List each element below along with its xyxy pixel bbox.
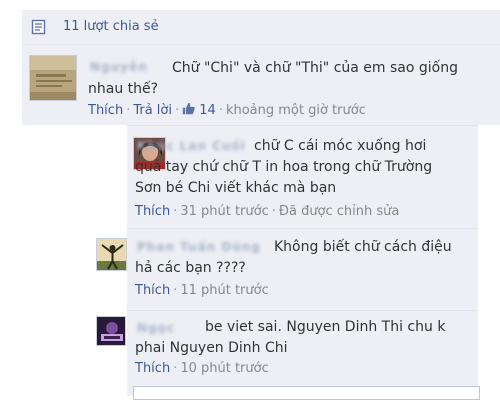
like-link[interactable]: Thích bbox=[135, 283, 170, 298]
reply-author[interactable]: Ngọc bbox=[137, 321, 175, 335]
reply-time[interactable]: 31 phút trước bbox=[180, 204, 268, 219]
avatar[interactable] bbox=[96, 316, 126, 346]
reply-comment: Phan Tuấn Dũng Không biết chữ cách điệu … bbox=[96, 228, 478, 311]
reply-text-line1: be viet sai. Nguyen Dinh Thi chu k bbox=[205, 319, 446, 335]
reply-text-line3: Sơn bé Chi viết khác mà bạn bbox=[135, 180, 337, 196]
reply-time[interactable]: 10 phút trước bbox=[180, 361, 268, 376]
reply-actions: Thích · 31 phút trước · Đã được chỉnh sửa bbox=[135, 204, 400, 219]
comment-actions: Thích · Trả lời · 14 · khoảng một giờ trước bbox=[88, 102, 366, 118]
comment-time[interactable]: khoảng một giờ trước bbox=[226, 103, 366, 118]
comment-text-line2: nhau thế? bbox=[88, 81, 159, 97]
shares-bar[interactable]: 11 lượt chia sẻ bbox=[22, 10, 500, 45]
reply-input[interactable] bbox=[133, 386, 480, 400]
like-link[interactable]: Thích bbox=[135, 204, 170, 219]
thumbs-up-icon bbox=[182, 102, 195, 115]
reply-comment: Ngọc be viet sai. Nguyen Dinh Thi chu k … bbox=[96, 310, 478, 396]
shares-count-link[interactable]: 11 lượt chia sẻ bbox=[63, 19, 159, 34]
like-link[interactable]: Thích bbox=[88, 103, 123, 118]
reply-text-line1: chữ C cái móc xuống hơi bbox=[254, 138, 427, 154]
reply-comment: Khúc Lan Cuối chữ C cái móc xuống hơi qu… bbox=[127, 125, 478, 229]
comment-text-line1: Chữ "Chi" và chữ "Thi" của em sao giống bbox=[172, 60, 458, 76]
reply-author[interactable]: Phan Tuấn Dũng bbox=[137, 240, 261, 254]
reply-text-line2: quá tay chứ chữ T in hoa trong chữ Trườn… bbox=[135, 159, 433, 175]
main-comment: Nguyễn Chữ "Chi" và chữ "Thi" của em sao… bbox=[22, 45, 500, 125]
reply-author[interactable]: Khúc Lan Cuối bbox=[137, 139, 246, 153]
avatar[interactable] bbox=[96, 238, 127, 271]
avatar[interactable] bbox=[29, 55, 77, 101]
comment-author[interactable]: Nguyễn bbox=[90, 60, 148, 74]
reply-text-line1: Không biết chữ cách điệu bbox=[274, 239, 452, 255]
reply-actions: Thích · 10 phút trước bbox=[135, 361, 269, 376]
reply-text-line2: hả các bạn ???? bbox=[135, 260, 246, 276]
reply-link[interactable]: Trả lời bbox=[133, 103, 172, 118]
reply-actions: Thích · 11 phút trước bbox=[135, 283, 269, 298]
reply-text-line2: phai Nguyen Dinh Chi bbox=[135, 340, 288, 356]
share-list-icon bbox=[31, 19, 46, 35]
edited-label: Đã được chỉnh sửa bbox=[278, 204, 400, 219]
like-count-badge[interactable]: 14 bbox=[182, 102, 216, 118]
reply-time[interactable]: 11 phút trước bbox=[180, 283, 268, 298]
like-count: 14 bbox=[199, 103, 216, 118]
like-link[interactable]: Thích bbox=[135, 361, 170, 376]
